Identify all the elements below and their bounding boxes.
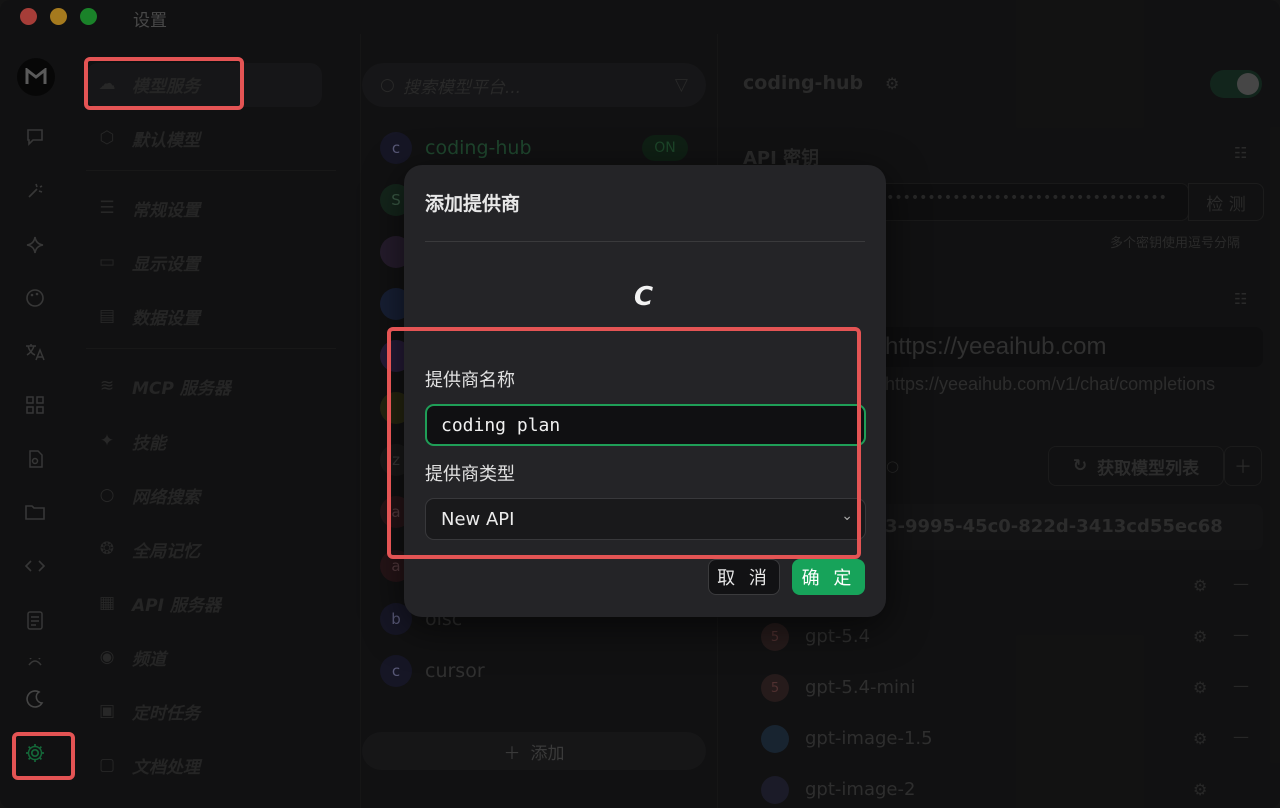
highlight-model-service (84, 57, 244, 110)
settings-window: 设置 ☁ 模型服务 ⬡ 默认模型 ☰ 常规设置 ▭ 显示设置 ▤ 数据设置 ≋ … (0, 0, 1280, 808)
highlight-dialog-fields (387, 327, 861, 559)
confirm-button[interactable]: 确 定 (792, 559, 865, 595)
provider-logo-preview[interactable]: C (634, 282, 653, 312)
dialog-divider (425, 241, 865, 242)
dialog-title: 添加提供商 (425, 193, 521, 215)
highlight-settings-icon (12, 732, 75, 780)
cancel-button[interactable]: 取 消 (708, 559, 780, 595)
